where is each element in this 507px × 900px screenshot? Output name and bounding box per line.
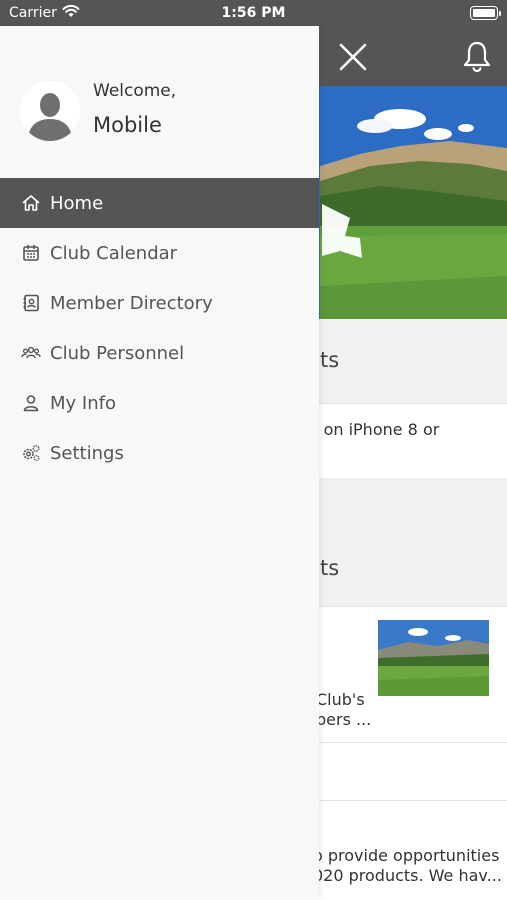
menu-item-member-directory[interactable]: Member Directory — [0, 278, 319, 328]
battery-tip — [499, 11, 501, 16]
menu-item-label: Settings — [50, 442, 124, 464]
news-text: 020 products. We hav... — [313, 866, 502, 885]
news-text: o provide opportunities — [313, 846, 500, 865]
welcome-label: Welcome, — [93, 81, 177, 101]
side-drawer: Welcome, Mobile Home Club Calendar Membe… — [0, 26, 319, 900]
menu-item-home[interactable]: Home — [0, 178, 319, 228]
menu-item-label: My Info — [50, 392, 116, 414]
contacts-icon — [21, 293, 41, 313]
menu-item-label: Club Calendar — [50, 242, 178, 264]
status-bar: Carrier 1:56 PM — [0, 0, 507, 26]
clock: 1:56 PM — [221, 5, 286, 21]
username-label: Mobile — [93, 113, 162, 137]
drawer-menu: Home Club Calendar Member Directory Club… — [0, 178, 319, 478]
user-icon — [21, 393, 41, 413]
avatar[interactable] — [20, 81, 80, 141]
home-icon — [21, 193, 41, 213]
close-icon[interactable] — [336, 40, 370, 74]
calendar-icon — [21, 243, 41, 263]
menu-item-label: Club Personnel — [50, 342, 185, 364]
news-thumbnail[interactable] — [378, 620, 489, 696]
menu-item-label: Home — [50, 192, 104, 214]
battery-icon — [470, 6, 498, 20]
news-text: Club's — [316, 690, 365, 709]
list-item-text[interactable]: ns on iPhone 8 or — [300, 420, 439, 439]
menu-item-my-info[interactable]: My Info — [0, 378, 319, 428]
gears-icon — [21, 443, 41, 463]
menu-item-settings[interactable]: Settings — [0, 428, 319, 478]
news-text: bers ... — [316, 710, 372, 729]
menu-item-club-calendar[interactable]: Club Calendar — [0, 228, 319, 278]
menu-item-label: Member Directory — [50, 292, 213, 314]
bell-icon[interactable] — [462, 40, 492, 73]
menu-item-club-personnel[interactable]: Club Personnel — [0, 328, 319, 378]
group-icon — [21, 343, 41, 363]
